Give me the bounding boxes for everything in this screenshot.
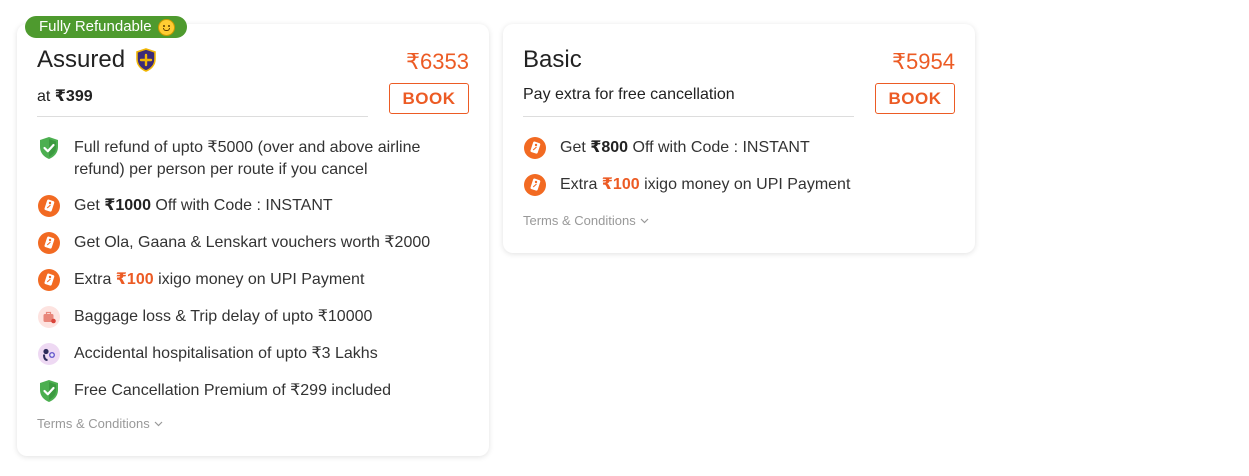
smiley-icon: [157, 18, 175, 36]
green-shield-check-icon: [40, 380, 58, 402]
feature-text: Get: [560, 139, 591, 156]
book-button-basic[interactable]: BOOK: [875, 83, 955, 114]
assured-fare-card[interactable]: Fully Refundable Assured ₹6353 at ₹399 B…: [17, 16, 489, 456]
assured-price-line: at ₹399: [37, 86, 93, 106]
feature-item: Free Cancellation Premium of ₹299 includ…: [37, 380, 469, 403]
feature-item: Get ₹1000 Off with Code : INSTANT: [37, 195, 469, 218]
sub-prefix: at: [37, 88, 55, 105]
offer-tag-icon: [524, 137, 546, 159]
feature-amount: ₹100: [115, 271, 154, 288]
feature-text: Get: [74, 197, 105, 214]
feature-text: Off with Code : INSTANT: [628, 139, 810, 156]
plan-name: Assured: [37, 46, 126, 73]
feature-item: Accidental hospitalisation of upto ₹3 La…: [37, 343, 469, 366]
plan-title: Assured: [37, 46, 157, 74]
ribbon-label: Fully Refundable: [39, 18, 152, 35]
chevron-down-icon: [154, 421, 163, 426]
feature-text: Accidental hospitalisation of upto ₹3 La…: [74, 345, 378, 362]
green-shield-check-icon: [40, 137, 58, 159]
offer-tag-icon: [38, 269, 60, 291]
fully-refundable-ribbon: Fully Refundable: [25, 16, 187, 38]
feature-amount: ₹100: [601, 176, 640, 193]
feature-text: Extra: [560, 176, 602, 193]
feature-text: Full refund of upto ₹5000 (over and abov…: [74, 139, 421, 178]
feature-text: Baggage loss & Trip delay of upto ₹10000: [74, 308, 373, 325]
feature-amount: ₹800: [590, 139, 629, 156]
feature-item: Get Ola, Gaana & Lenskart vouchers worth…: [37, 232, 469, 255]
chevron-down-icon: [640, 218, 649, 223]
feature-text: Get Ola, Gaana & Lenskart vouchers worth…: [74, 234, 431, 251]
book-button-assured[interactable]: BOOK: [389, 83, 469, 114]
terms-label: Terms & Conditions: [37, 416, 150, 431]
feature-list: Get ₹800 Off with Code : INSTANT Extra ₹…: [523, 137, 955, 211]
feature-text: ixigo money on UPI Payment: [639, 176, 851, 193]
feature-amount: ₹1000: [104, 197, 151, 214]
assured-shield-icon: [136, 48, 156, 72]
feature-text: Off with Code : INSTANT: [150, 197, 333, 214]
terms-label: Terms & Conditions: [523, 213, 636, 228]
baggage-icon: [38, 306, 60, 328]
terms-and-conditions-toggle[interactable]: Terms & Conditions: [37, 416, 163, 431]
assured-addon-price: ₹399: [54, 88, 93, 105]
plan-name: Basic: [523, 46, 582, 73]
feature-text: Free Cancellation Premium of ₹299 includ…: [74, 382, 392, 399]
feature-list: Full refund of upto ₹5000 (over and abov…: [37, 137, 469, 417]
offer-tag-icon: [38, 232, 60, 254]
feature-item: Extra ₹100 ixigo money on UPI Payment: [37, 269, 469, 292]
fare-price: ₹6353: [406, 49, 469, 74]
feature-item: Get ₹800 Off with Code : INSTANT: [523, 137, 955, 160]
offer-tag-icon: [38, 195, 60, 217]
feature-text: ixigo money on UPI Payment: [153, 271, 365, 288]
divider: [37, 116, 368, 117]
hospital-icon: [38, 343, 60, 365]
plan-title: Basic: [523, 46, 582, 74]
feature-text: Extra: [74, 271, 116, 288]
fare-price: ₹5954: [892, 49, 955, 74]
terms-and-conditions-toggle[interactable]: Terms & Conditions: [523, 213, 649, 228]
feature-item: Extra ₹100 ixigo money on UPI Payment: [523, 174, 955, 197]
feature-item: Baggage loss & Trip delay of upto ₹10000: [37, 306, 469, 329]
basic-sub-text: Pay extra for free cancellation: [523, 86, 735, 103]
feature-item: Full refund of upto ₹5000 (over and abov…: [37, 137, 469, 181]
basic-fare-card[interactable]: Basic ₹5954 Pay extra for free cancellat…: [503, 24, 975, 253]
offer-tag-icon: [524, 174, 546, 196]
divider: [523, 116, 854, 117]
